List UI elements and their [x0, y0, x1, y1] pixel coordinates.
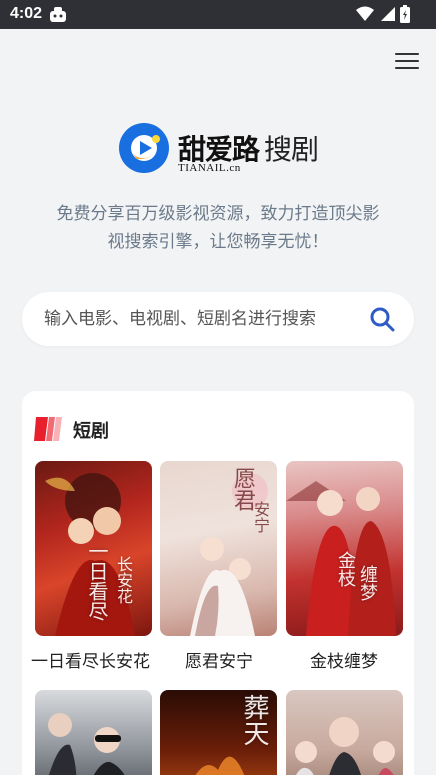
logo-domain-text: TIANAIL.cn [178, 162, 241, 174]
poster-title-art: 缠梦 [357, 565, 378, 601]
section-title: 短剧 [73, 421, 109, 442]
drama-poster-4[interactable] [35, 690, 152, 775]
logo-suffix-text: 搜剧 [264, 133, 319, 166]
search-icon[interactable] [369, 306, 395, 332]
section-flag-icon [34, 417, 62, 441]
menu-icon [395, 53, 419, 55]
drama-title-1[interactable]: 一日看尽长安花 [31, 647, 151, 672]
short-drama-section: 短剧 一日看尽 长安花 一日看尽长安花 愿君 安宁 愿君安宁 金枝 缠梦 金枝缠… [22, 391, 414, 775]
status-bar: 4:02 [0, 0, 436, 29]
slogan-line-2: 视搜索引擎，让您畅享无忧！ [107, 232, 329, 252]
slogan: 免费分享百万级影视资源，致力打造顶尖影 视搜索引擎，让您畅享无忧！ [40, 200, 396, 256]
status-time: 4:02 [10, 5, 43, 22]
menu-icon-line [395, 67, 419, 69]
drama-poster-3[interactable]: 金枝 缠梦 [286, 461, 403, 636]
poster-title-art: 安宁 [251, 501, 270, 533]
poster-title-art: 一日看尽 [85, 541, 109, 621]
site-logo[interactable]: 甜爱路 搜剧 TIANAIL.cn [118, 122, 338, 178]
poster-title-art: 长安花 [114, 556, 133, 604]
slogan-line-1: 免费分享百万级影视资源，致力打造顶尖影 [56, 204, 380, 224]
poster-art [48, 713, 125, 775]
menu-button[interactable] [395, 51, 419, 71]
search-input[interactable] [44, 292, 364, 346]
logo-icon [119, 123, 169, 173]
menu-icon-line [395, 60, 419, 62]
poster-art [295, 717, 395, 775]
poster-title-art: 葬天 [239, 694, 269, 746]
notification-app-icon [50, 7, 66, 22]
poster-art [286, 481, 396, 636]
poster-art [190, 473, 268, 636]
drama-poster-5[interactable]: 葬天 [160, 690, 277, 775]
status-icons [356, 5, 410, 23]
battery-icon [400, 5, 410, 23]
signal-icon [381, 7, 395, 21]
drama-title-3[interactable]: 金枝缠梦 [282, 647, 406, 672]
drama-poster-2[interactable]: 愿君 安宁 [160, 461, 277, 636]
drama-poster-1[interactable]: 一日看尽 长安花 [35, 461, 152, 636]
drama-poster-6[interactable] [286, 690, 403, 775]
wifi-icon [356, 6, 374, 21]
drama-title-2[interactable]: 愿君安宁 [157, 647, 281, 672]
search-bar [22, 292, 414, 346]
